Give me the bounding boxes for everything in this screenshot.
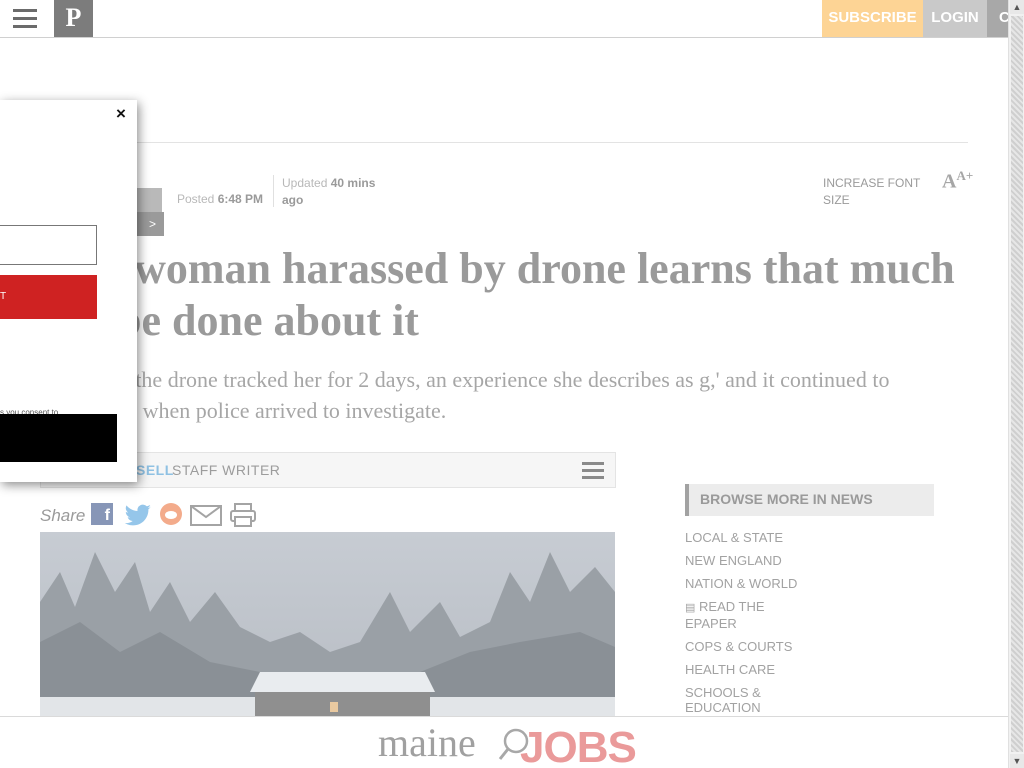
banner-jobs-text: JOBS [520, 723, 637, 768]
sidebar-heading[interactable]: BROWSE MORE IN NEWS [685, 484, 934, 516]
updated-value: 40 mins [330, 176, 376, 190]
updated-label: Updated [282, 176, 328, 190]
submit-button-label: T [0, 291, 7, 302]
sidebar-item-epaper[interactable]: ▤ READ THE EPAPER [685, 599, 815, 631]
mainejobs-banner[interactable]: maine JOBS [0, 716, 1008, 768]
font-size-icon-sup: A+ [956, 168, 974, 183]
reddit-icon[interactable] [160, 503, 182, 525]
share-label: Share [40, 506, 86, 525]
signup-modal: × T s you consent to [0, 100, 137, 482]
font-size-icon[interactable]: AA+ [942, 168, 973, 194]
sidebar-item-local-state[interactable]: LOCAL & STATE [685, 530, 815, 545]
top-nav-bar: P SUBSCRIBE LOGIN C [0, 0, 1008, 38]
scroll-track[interactable] [1011, 16, 1023, 752]
article-headline: ham woman harassed by drone learns that … [40, 244, 955, 345]
posted-time: Posted 6:48 PM [177, 192, 263, 206]
submit-button[interactable]: T [0, 275, 97, 319]
ad-divider [40, 142, 968, 143]
updated-time: Updated 40 mins ago [282, 175, 392, 209]
twitter-icon[interactable] [121, 503, 153, 527]
email-icon[interactable] [190, 503, 222, 527]
reddit-face-icon [165, 511, 177, 519]
scroll-up-arrow-icon[interactable]: ▲ [1010, 0, 1024, 14]
sidebar-item-schools-education[interactable]: SCHOOLS & EDUCATION [685, 685, 815, 715]
email-field[interactable] [0, 225, 97, 265]
print-icon[interactable] [230, 503, 256, 527]
posted-label: Posted [177, 192, 215, 206]
byline-menu-icon[interactable] [582, 462, 604, 480]
article-subhead: nham said the drone tracked her for 2 da… [40, 367, 890, 423]
posted-value: 6:48 PM [217, 192, 264, 206]
photo-scene [40, 552, 615, 718]
sidebar-item-nation-world[interactable]: NATION & WORLD [685, 576, 815, 591]
login-button[interactable]: LOGIN [923, 0, 987, 37]
font-size-icon-main: A [942, 170, 957, 193]
meta-separator [273, 175, 274, 207]
article-photo [40, 532, 615, 718]
facebook-icon[interactable]: f [91, 503, 113, 525]
banner-maine-text: maine [378, 720, 476, 765]
subscribe-button[interactable]: SUBSCRIBE [822, 0, 923, 37]
author-name[interactable]: SELL [136, 462, 174, 478]
page: P SUBSCRIBE LOGIN C > Posted 6:48 PM Upd… [0, 0, 1008, 768]
account-button[interactable]: C [987, 0, 1008, 37]
scroll-down-arrow-icon[interactable]: ▼ [1010, 754, 1024, 768]
author-role: STAFF WRITER [172, 462, 281, 478]
increase-font-size-label[interactable]: INCREASE FONT SIZE [823, 175, 923, 209]
updated-suffix: ago [282, 193, 304, 207]
vertical-scrollbar[interactable]: ▲ ▼ [1008, 0, 1024, 768]
sidebar-item-health-care[interactable]: HEALTH CARE [685, 662, 815, 677]
hamburger-menu-icon[interactable] [13, 9, 37, 29]
sidebar-nav: LOCAL & STATE NEW ENGLAND NATION & WORLD… [685, 530, 815, 723]
close-icon[interactable]: × [116, 104, 126, 124]
site-logo[interactable]: P [54, 0, 93, 37]
sidebar-item-new-england[interactable]: NEW ENGLAND [685, 553, 815, 568]
sidebar-item-cops-courts[interactable]: COPS & COURTS [685, 639, 815, 654]
modal-action-button[interactable] [0, 414, 117, 462]
sidebar-item-epaper-label: READ THE EPAPER [685, 599, 765, 631]
newspaper-icon: ▤ [685, 602, 696, 614]
